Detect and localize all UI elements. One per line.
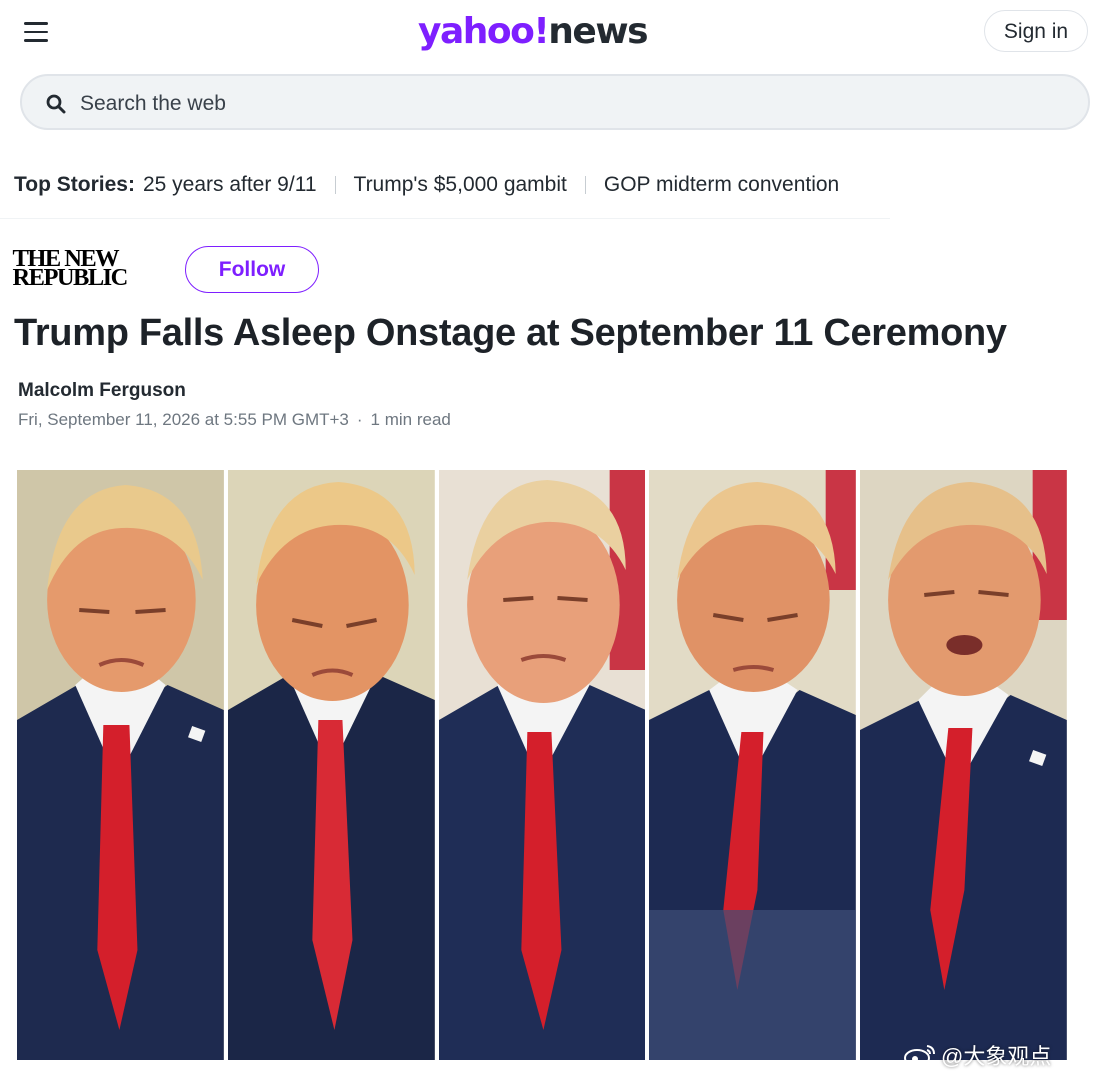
photo-panel bbox=[17, 470, 224, 1060]
top-stories-divider bbox=[334, 176, 336, 194]
yahoo-news-logo[interactable]: yahoo!news bbox=[418, 8, 649, 56]
top-nav-bar: yahoo!news Sign in bbox=[0, 0, 1101, 66]
search-icon[interactable] bbox=[46, 94, 66, 114]
article-meta: Fri, September 11, 2026 at 5:55 PM GMT+3… bbox=[18, 410, 451, 430]
read-time: 1 min read bbox=[370, 410, 451, 429]
photo-panel bbox=[438, 470, 646, 1060]
sign-in-button[interactable]: Sign in bbox=[984, 10, 1088, 52]
follow-button[interactable]: Follow bbox=[185, 246, 319, 293]
meta-separator: · bbox=[356, 410, 363, 429]
watermark-text: @大象观点 bbox=[941, 1044, 1052, 1069]
portrait-photo bbox=[860, 470, 1067, 1060]
top-stories-divider bbox=[584, 176, 586, 194]
photo-panel bbox=[649, 470, 857, 1060]
logo-news-text: news bbox=[548, 11, 648, 52]
weibo-logo-icon bbox=[904, 1045, 935, 1067]
photo-panel bbox=[860, 470, 1067, 1060]
search-bar[interactable] bbox=[20, 74, 1090, 130]
hamburger-menu-icon[interactable] bbox=[24, 22, 48, 42]
article-title: Trump Falls Asleep Onstage at September … bbox=[14, 312, 1007, 354]
top-story-link-1[interactable]: 25 years after 9/11 bbox=[143, 173, 317, 197]
article-photo-collage[interactable] bbox=[17, 470, 1067, 1060]
portrait-photo bbox=[649, 470, 857, 1060]
publisher-logo-line-2: REPUBLIC bbox=[12, 265, 129, 291]
weibo-watermark: @大象观点 bbox=[903, 1038, 1051, 1072]
portrait-photo bbox=[438, 470, 646, 1060]
portrait-photo bbox=[227, 470, 435, 1060]
top-story-link-3[interactable]: GOP midterm convention bbox=[604, 173, 839, 197]
publish-date: Fri, September 11, 2026 at 5:55 PM GMT+3 bbox=[18, 410, 349, 429]
logo-yahoo-text: yahoo! bbox=[418, 11, 550, 52]
author-name[interactable]: Malcolm Ferguson bbox=[18, 380, 186, 402]
photo-panel bbox=[227, 470, 435, 1060]
top-stories-bar: Top Stories: 25 years after 9/11 Trump's… bbox=[14, 170, 839, 200]
portrait-photo bbox=[17, 470, 224, 1060]
section-divider bbox=[0, 218, 890, 219]
search-input[interactable] bbox=[78, 86, 1062, 122]
top-stories-label: Top Stories: bbox=[14, 173, 135, 196]
publisher-logo[interactable]: THE NEW REPUBLIC bbox=[12, 247, 164, 291]
top-story-link-2[interactable]: Trump's $5,000 gambit bbox=[354, 173, 567, 197]
